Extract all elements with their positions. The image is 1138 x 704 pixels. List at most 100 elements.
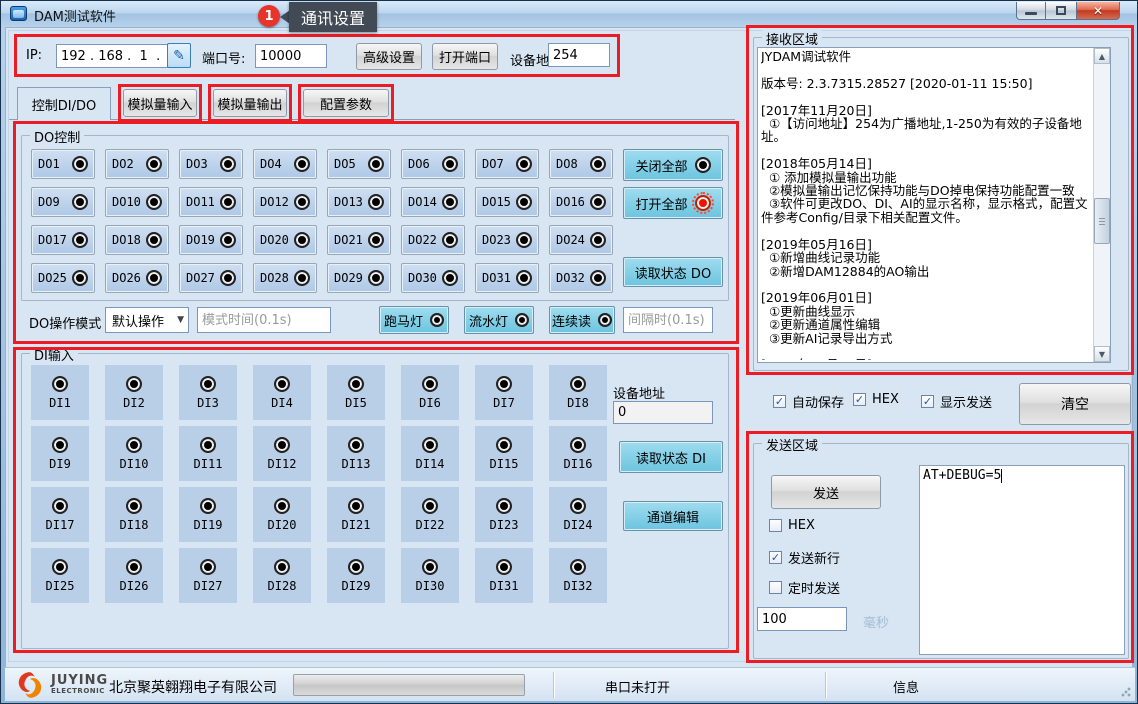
- checkbox-checked-icon[interactable]: ✓: [921, 395, 934, 408]
- di-device-addr-input[interactable]: [613, 401, 713, 424]
- auto-save-checkbox[interactable]: ✓ 自动保存: [773, 392, 844, 411]
- do-channel-button[interactable]: DO26: [105, 263, 169, 293]
- do-channel-button[interactable]: DO4: [253, 149, 317, 179]
- do-channel-button[interactable]: DO30: [401, 263, 465, 293]
- do-channel-button[interactable]: DO27: [179, 263, 243, 293]
- di-channel-cell[interactable]: DI13: [327, 426, 385, 481]
- do-channel-button[interactable]: DO20: [253, 225, 317, 255]
- titlebar[interactable]: DAM测试软件 ✕: [1, 1, 1137, 27]
- di-channel-cell[interactable]: DI31: [475, 548, 533, 603]
- do-channel-button[interactable]: DO12: [253, 187, 317, 217]
- do-channel-button[interactable]: DO28: [253, 263, 317, 293]
- timed-send-checkbox[interactable]: 定时发送: [769, 578, 840, 597]
- marquee-button[interactable]: 跑马灯: [379, 306, 449, 334]
- di-channel-cell[interactable]: DI18: [105, 487, 163, 542]
- tab-control-dido[interactable]: 控制DI/DO: [17, 87, 111, 120]
- do-channel-button[interactable]: DO24: [549, 225, 613, 255]
- minimize-button[interactable]: [1016, 2, 1046, 20]
- di-channel-cell[interactable]: DI29: [327, 548, 385, 603]
- di-channel-cell[interactable]: DI25: [31, 548, 89, 603]
- di-channel-cell[interactable]: DI8: [549, 365, 607, 420]
- rx-hex-checkbox[interactable]: ✓ HEX: [853, 392, 899, 407]
- di-channel-cell[interactable]: DI15: [475, 426, 533, 481]
- di-channel-cell[interactable]: DI26: [105, 548, 163, 603]
- do-channel-button[interactable]: DO25: [31, 263, 95, 293]
- checkbox-checked-icon[interactable]: ✓: [769, 551, 782, 564]
- do-channel-button[interactable]: DO31: [475, 263, 539, 293]
- di-channel-cell[interactable]: DI17: [31, 487, 89, 542]
- channel-edit-button[interactable]: 通道编辑: [623, 501, 723, 531]
- tab-analog-output[interactable]: 模拟量输出: [213, 89, 287, 117]
- di-channel-cell[interactable]: DI16: [549, 426, 607, 481]
- ip-edit-button[interactable]: ✎: [167, 43, 191, 68]
- do-channel-button[interactable]: DO21: [327, 225, 391, 255]
- do-mode-select[interactable]: 默认操作 ▼: [105, 307, 189, 333]
- send-content-textarea[interactable]: AT+DEBUG=5: [919, 465, 1125, 655]
- di-channel-cell[interactable]: DI23: [475, 487, 533, 542]
- di-channel-cell[interactable]: DI10: [105, 426, 163, 481]
- scrollbar-thumb[interactable]: [1094, 198, 1110, 244]
- maximize-button[interactable]: [1046, 2, 1076, 20]
- scroll-up-icon[interactable]: ▲: [1094, 48, 1110, 64]
- do-channel-button[interactable]: DO3: [179, 149, 243, 179]
- di-channel-cell[interactable]: DI30: [401, 548, 459, 603]
- di-channel-cell[interactable]: DI3: [179, 365, 237, 420]
- do-channel-button[interactable]: DO2: [105, 149, 169, 179]
- di-channel-cell[interactable]: DI7: [475, 365, 533, 420]
- interval-input[interactable]: [623, 307, 713, 333]
- clear-button[interactable]: 清空: [1019, 383, 1131, 425]
- open-all-button[interactable]: 打开全部: [623, 187, 723, 219]
- show-send-checkbox[interactable]: ✓ 显示发送: [921, 392, 992, 411]
- checkbox-unchecked-icon[interactable]: [769, 581, 782, 594]
- di-channel-cell[interactable]: DI19: [179, 487, 237, 542]
- di-channel-cell[interactable]: DI20: [253, 487, 311, 542]
- di-channel-cell[interactable]: DI28: [253, 548, 311, 603]
- port-input[interactable]: [255, 44, 327, 68]
- di-channel-cell[interactable]: DI4: [253, 365, 311, 420]
- close-button[interactable]: ✕: [1076, 2, 1120, 20]
- checkbox-checked-icon[interactable]: ✓: [773, 395, 786, 408]
- resize-grip[interactable]: [1121, 687, 1131, 697]
- do-channel-button[interactable]: DO10: [105, 187, 169, 217]
- do-channel-button[interactable]: DO23: [475, 225, 539, 255]
- di-channel-cell[interactable]: DI22: [401, 487, 459, 542]
- scroll-down-icon[interactable]: ▼: [1094, 346, 1110, 362]
- di-channel-cell[interactable]: DI21: [327, 487, 385, 542]
- advanced-settings-button[interactable]: 高级设置: [356, 43, 422, 70]
- receive-log-area[interactable]: JYDAM调试软件 版本号: 2.3.7315.28527 [2020-01-1…: [757, 47, 1111, 363]
- do-channel-button[interactable]: DO5: [327, 149, 391, 179]
- ip-input[interactable]: [56, 44, 168, 68]
- send-button[interactable]: 发送: [771, 475, 881, 509]
- do-channel-button[interactable]: DO18: [105, 225, 169, 255]
- di-channel-cell[interactable]: DI32: [549, 548, 607, 603]
- do-channel-button[interactable]: DO1: [31, 149, 95, 179]
- do-channel-button[interactable]: DO22: [401, 225, 465, 255]
- device-addr-input[interactable]: [548, 43, 610, 67]
- checkbox-unchecked-icon[interactable]: [769, 519, 782, 532]
- di-channel-cell[interactable]: DI2: [105, 365, 163, 420]
- do-channel-button[interactable]: DO8: [549, 149, 613, 179]
- receive-scrollbar[interactable]: ▲ ▼: [1093, 48, 1110, 362]
- read-do-status-button[interactable]: 读取状态 DO: [623, 257, 723, 287]
- di-channel-cell[interactable]: DI14: [401, 426, 459, 481]
- di-channel-cell[interactable]: DI1: [31, 365, 89, 420]
- tx-hex-checkbox[interactable]: HEX: [769, 518, 815, 533]
- do-channel-button[interactable]: DO19: [179, 225, 243, 255]
- tab-config-params[interactable]: 配置参数: [303, 89, 389, 117]
- read-di-status-button[interactable]: 读取状态 DI: [619, 441, 723, 473]
- do-channel-button[interactable]: DO13: [327, 187, 391, 217]
- do-channel-button[interactable]: DO15: [475, 187, 539, 217]
- di-channel-cell[interactable]: DI5: [327, 365, 385, 420]
- do-channel-button[interactable]: DO9: [31, 187, 95, 217]
- tab-analog-input[interactable]: 模拟量输入: [123, 89, 197, 117]
- checkbox-checked-icon[interactable]: ✓: [853, 393, 866, 406]
- di-channel-cell[interactable]: DI6: [401, 365, 459, 420]
- do-channel-button[interactable]: DO11: [179, 187, 243, 217]
- continuous-read-button[interactable]: 连续读: [549, 306, 615, 334]
- do-channel-button[interactable]: DO16: [549, 187, 613, 217]
- send-interval-input[interactable]: [757, 607, 847, 631]
- flow-light-button[interactable]: 流水灯: [464, 306, 534, 334]
- di-channel-cell[interactable]: DI27: [179, 548, 237, 603]
- send-newline-checkbox[interactable]: ✓ 发送新行: [769, 548, 840, 567]
- do-channel-button[interactable]: DO29: [327, 263, 391, 293]
